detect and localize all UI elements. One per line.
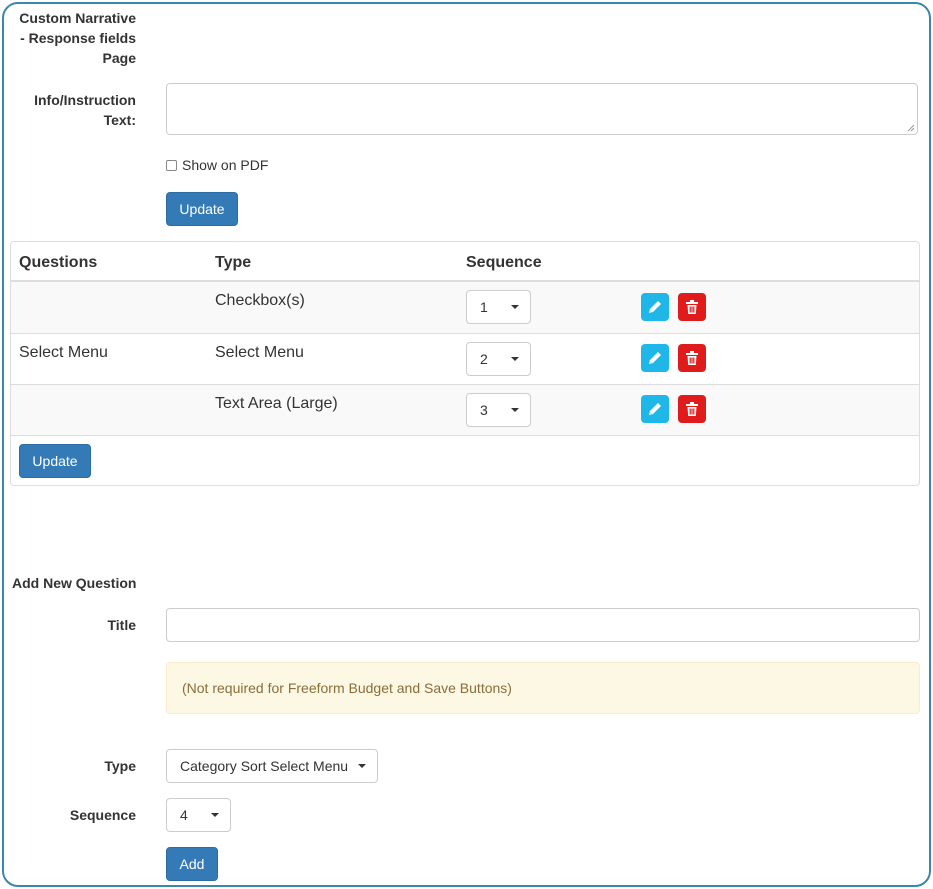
sequence-value: 2 xyxy=(480,351,488,367)
pencil-icon xyxy=(649,352,661,364)
info-label-line1: Info/Instruction xyxy=(34,92,136,108)
title-label: Title xyxy=(107,617,136,633)
edit-button[interactable] xyxy=(641,395,669,423)
type-cell: Select Menu xyxy=(215,344,304,361)
table-row: Text Area (Large) 3 xyxy=(11,384,919,435)
page-title-line2: - Response fields xyxy=(20,30,136,46)
title-input[interactable] xyxy=(166,608,920,642)
form-frame: Custom Narrative - Response fields Page … xyxy=(2,2,931,887)
type-cell: Checkbox(s) xyxy=(215,292,305,309)
trash-icon xyxy=(686,351,698,365)
delete-button[interactable] xyxy=(678,293,706,321)
show-on-pdf-checkbox[interactable] xyxy=(166,159,177,171)
table-header-row: Questions Type Sequence xyxy=(11,242,919,281)
new-sequence-value: 4 xyxy=(180,807,188,823)
col-header-sequence: Sequence xyxy=(466,254,542,271)
title-note-alert: (Not required for Freeform Budget and Sa… xyxy=(166,662,920,714)
type-select-value: Category Sort Select Menu xyxy=(180,758,349,774)
sequence-select[interactable]: 3 xyxy=(466,393,531,427)
chevron-down-icon xyxy=(211,813,219,817)
add-question-heading: Add New Question xyxy=(12,575,137,591)
sequence-label: Sequence xyxy=(69,807,136,823)
edit-button[interactable] xyxy=(641,293,669,321)
sequence-value: 1 xyxy=(480,299,488,315)
sequence-select[interactable]: 1 xyxy=(466,290,531,324)
page-title-line1: Custom Narrative xyxy=(19,10,136,26)
title-note-text: (Not required for Freeform Budget and Sa… xyxy=(182,680,512,696)
add-button[interactable]: Add xyxy=(166,847,218,881)
chevron-down-icon xyxy=(511,408,519,412)
chevron-down-icon xyxy=(358,764,366,768)
col-header-questions: Questions xyxy=(19,254,98,271)
pencil-icon xyxy=(649,301,661,313)
info-text-label: Info/Instruction Text: xyxy=(4,90,136,130)
table-update-button[interactable]: Update xyxy=(19,444,91,478)
trash-icon xyxy=(686,300,698,314)
table-row: Checkbox(s) 1 xyxy=(11,282,919,333)
type-label: Type xyxy=(104,758,136,774)
page-title-line3: Page xyxy=(102,50,136,66)
show-on-pdf-label: Show on PDF xyxy=(182,157,269,173)
table-footer-row: Update xyxy=(11,435,919,486)
info-update-button[interactable]: Update xyxy=(166,192,238,226)
show-on-pdf-option[interactable]: Show on PDF xyxy=(166,157,268,173)
page-title: Custom Narrative - Response fields Page xyxy=(4,8,136,68)
questions-panel: Questions Type Sequence Checkbox(s) 1 Se… xyxy=(10,241,920,486)
col-header-type: Type xyxy=(215,254,252,271)
question-cell: Select Menu xyxy=(19,344,108,361)
delete-button[interactable] xyxy=(678,395,706,423)
chevron-down-icon xyxy=(511,305,519,309)
sequence-select[interactable]: 2 xyxy=(466,342,531,376)
table-row: Select Menu Select Menu 2 xyxy=(11,333,919,384)
type-cell: Text Area (Large) xyxy=(215,395,338,412)
resize-grip-icon[interactable] xyxy=(907,124,915,132)
info-label-line2: Text: xyxy=(103,112,136,128)
edit-button[interactable] xyxy=(641,344,669,372)
chevron-down-icon xyxy=(511,357,519,361)
new-sequence-select[interactable]: 4 xyxy=(166,798,231,832)
info-text-textarea[interactable] xyxy=(166,83,918,135)
pencil-icon xyxy=(649,403,661,415)
sequence-value: 3 xyxy=(480,402,488,418)
trash-icon xyxy=(686,402,698,416)
delete-button[interactable] xyxy=(678,344,706,372)
type-select[interactable]: Category Sort Select Menu xyxy=(166,749,378,783)
